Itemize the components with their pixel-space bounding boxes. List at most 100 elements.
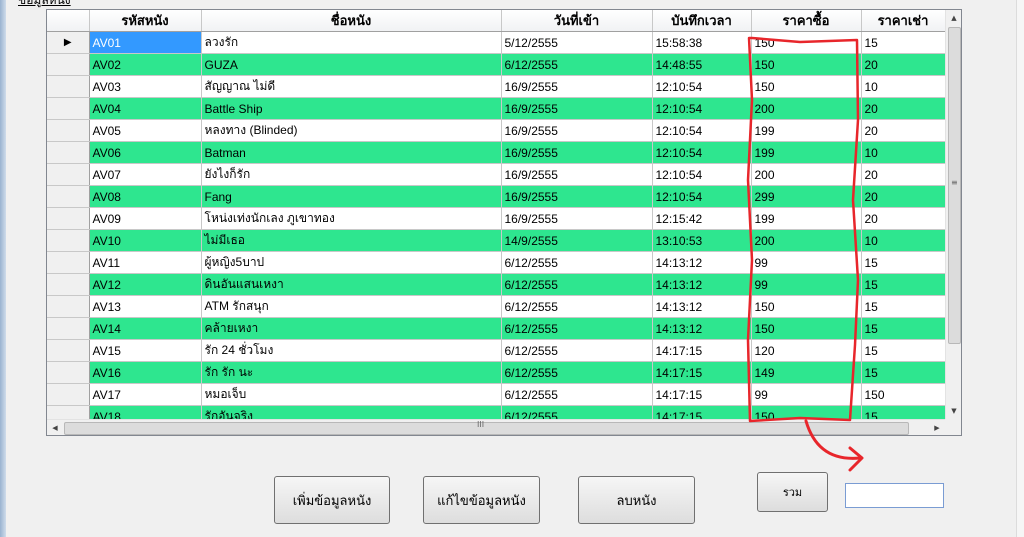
row-header[interactable] xyxy=(47,207,90,230)
table-row[interactable]: AV08 Fang 16/9/2555 12:10:54 299 20 xyxy=(47,185,945,208)
cell-record-time[interactable]: 14:13:12 xyxy=(652,251,752,274)
cell-date-in[interactable]: 16/9/2555 xyxy=(501,141,653,164)
horizontal-scroll-thumb[interactable]: III xyxy=(64,420,909,435)
cell-rent-price[interactable]: 150 xyxy=(861,383,945,406)
cell-date-in[interactable]: 6/12/2555 xyxy=(501,251,653,274)
row-header[interactable] xyxy=(47,163,90,186)
table-row[interactable]: AV03 สัญญาณ ไม่ดี 16/9/2555 12:10:54 150 10 xyxy=(47,75,945,98)
cell-buy-price[interactable]: 150 xyxy=(751,75,862,98)
cell-rent-price[interactable]: 15 xyxy=(861,31,945,54)
cell-rent-price[interactable]: 15 xyxy=(861,339,945,362)
cell-rent-price[interactable]: 20 xyxy=(861,53,945,76)
arrow-left-icon[interactable]: ◀ xyxy=(47,420,63,435)
header-corner[interactable] xyxy=(47,10,90,32)
row-header[interactable] xyxy=(47,75,90,98)
cell-date-in[interactable]: 6/12/2555 xyxy=(501,383,653,406)
cell-movie-id[interactable]: AV06 xyxy=(89,141,202,164)
cell-rent-price[interactable]: 15 xyxy=(861,405,945,419)
cell-movie-name[interactable]: รัก 24 ชั่วโมง xyxy=(201,339,502,362)
cell-movie-id[interactable]: AV15 xyxy=(89,339,202,362)
cell-record-time[interactable]: 14:13:12 xyxy=(652,295,752,318)
row-header[interactable] xyxy=(47,273,90,296)
cell-date-in[interactable]: 5/12/2555 xyxy=(501,31,653,54)
edit-movie-button[interactable]: แก้ไขข้อมูลหนัง xyxy=(423,476,540,524)
table-row[interactable]: AV09 โหน่งเท่งนักเลง ภูเขาทอง 16/9/2555 12:… xyxy=(47,207,945,230)
cell-record-time[interactable]: 14:48:55 xyxy=(652,53,752,76)
column-header-date-in[interactable]: วันที่เข้า xyxy=(501,10,653,32)
cell-movie-name[interactable]: ผู้หญิง5บาป xyxy=(201,251,502,274)
cell-movie-id[interactable]: AV07 xyxy=(89,163,202,186)
cell-movie-name[interactable]: สัญญาณ ไม่ดี xyxy=(201,75,502,98)
cell-buy-price[interactable]: 200 xyxy=(751,229,862,252)
cell-date-in[interactable]: 16/9/2555 xyxy=(501,75,653,98)
cell-movie-name[interactable]: ลวงรัก xyxy=(201,31,502,54)
row-header[interactable] xyxy=(47,97,90,120)
cell-record-time[interactable]: 14:13:12 xyxy=(652,273,752,296)
cell-movie-name[interactable]: ดินอันแสนเหงา xyxy=(201,273,502,296)
cell-date-in[interactable]: 6/12/2555 xyxy=(501,273,653,296)
cell-record-time[interactable]: 14:17:15 xyxy=(652,339,752,362)
column-header-buy-price[interactable]: ราคาซื้อ xyxy=(751,10,862,32)
movie-data-grid[interactable]: รหัสหนัง ชื่อหนัง วันที่เข้า บันทึกเวลา … xyxy=(46,9,962,436)
row-header[interactable] xyxy=(47,317,90,340)
cell-movie-id[interactable]: AV11 xyxy=(89,251,202,274)
cell-record-time[interactable]: 14:17:15 xyxy=(652,383,752,406)
cell-buy-price[interactable]: 120 xyxy=(751,339,862,362)
cell-rent-price[interactable]: 20 xyxy=(861,207,945,230)
cell-buy-price[interactable]: 150 xyxy=(751,295,862,318)
cell-date-in[interactable]: 16/9/2555 xyxy=(501,163,653,186)
cell-date-in[interactable]: 14/9/2555 xyxy=(501,229,653,252)
cell-record-time[interactable]: 12:10:54 xyxy=(652,163,752,186)
cell-buy-price[interactable]: 150 xyxy=(751,317,862,340)
cell-buy-price[interactable]: 99 xyxy=(751,383,862,406)
cell-buy-price[interactable]: 200 xyxy=(751,163,862,186)
arrow-up-icon[interactable]: ▲ xyxy=(946,10,961,26)
cell-date-in[interactable]: 6/12/2555 xyxy=(501,53,653,76)
cell-rent-price[interactable]: 10 xyxy=(861,75,945,98)
vertical-scrollbar[interactable]: ▲ ≡ ▼ xyxy=(945,10,961,419)
column-header-record-time[interactable]: บันทึกเวลา xyxy=(652,10,752,32)
cell-movie-id[interactable]: AV14 xyxy=(89,317,202,340)
cell-movie-id[interactable]: AV18 xyxy=(89,405,202,419)
cell-record-time[interactable]: 13:10:53 xyxy=(652,229,752,252)
table-row[interactable]: AV05 หลงทาง (Blinded) 16/9/2555 12:10:54 19… xyxy=(47,119,945,142)
table-row[interactable]: AV04 Battle Ship 16/9/2555 12:10:54 200 20 xyxy=(47,97,945,120)
cell-movie-id[interactable]: AV17 xyxy=(89,383,202,406)
table-row[interactable]: ▶ AV01 ลวงรัก 5/12/2555 15:58:38 150 15 xyxy=(47,31,945,54)
column-header-rent-price[interactable]: ราคาเช่า xyxy=(861,10,945,32)
cell-date-in[interactable]: 6/12/2555 xyxy=(501,295,653,318)
cell-movie-id[interactable]: AV13 xyxy=(89,295,202,318)
cell-date-in[interactable]: 6/12/2555 xyxy=(501,317,653,340)
table-row[interactable]: AV10 ไม่มีเธอ 14/9/2555 13:10:53 200 10 xyxy=(47,229,945,252)
cell-record-time[interactable]: 12:10:54 xyxy=(652,141,752,164)
cell-buy-price[interactable]: 199 xyxy=(751,119,862,142)
cell-movie-name[interactable]: GUZA xyxy=(201,53,502,76)
cell-movie-id[interactable]: AV08 xyxy=(89,185,202,208)
cell-record-time[interactable]: 15:58:38 xyxy=(652,31,752,54)
add-movie-button[interactable]: เพิ่มข้อมูลหนัง xyxy=(274,476,390,524)
table-row[interactable]: AV17 หมอเจ็บ 6/12/2555 14:17:15 99 150 xyxy=(47,383,945,406)
cell-record-time[interactable]: 12:10:54 xyxy=(652,97,752,120)
cell-buy-price[interactable]: 199 xyxy=(751,207,862,230)
table-row[interactable]: AV14 คล้ายเหงา 6/12/2555 14:13:12 150 15 xyxy=(47,317,945,340)
horizontal-scrollbar[interactable]: ◀ III ▶ xyxy=(47,419,945,435)
table-row[interactable]: AV07 ยังไงก็รัก 16/9/2555 12:10:54 200 20 xyxy=(47,163,945,186)
arrow-right-icon[interactable]: ▶ xyxy=(929,420,945,435)
table-row[interactable]: AV02 GUZA 6/12/2555 14:48:55 150 20 xyxy=(47,53,945,76)
cell-date-in[interactable]: 6/12/2555 xyxy=(501,339,653,362)
row-header[interactable] xyxy=(47,383,90,406)
cell-movie-name[interactable]: หลงทาง (Blinded) xyxy=(201,119,502,142)
cell-rent-price[interactable]: 15 xyxy=(861,295,945,318)
row-header[interactable] xyxy=(47,185,90,208)
cell-buy-price[interactable]: 199 xyxy=(751,141,862,164)
cell-rent-price[interactable]: 10 xyxy=(861,141,945,164)
cell-movie-name[interactable]: รักอันจริง xyxy=(201,405,502,419)
cell-rent-price[interactable]: 15 xyxy=(861,317,945,340)
cell-date-in[interactable]: 16/9/2555 xyxy=(501,119,653,142)
cell-buy-price[interactable]: 150 xyxy=(751,53,862,76)
column-header-movie-name[interactable]: ชื่อหนัง xyxy=(201,10,502,32)
cell-date-in[interactable]: 16/9/2555 xyxy=(501,207,653,230)
cell-movie-name[interactable]: โหน่งเท่งนักเลง ภูเขาทอง xyxy=(201,207,502,230)
cell-record-time[interactable]: 14:13:12 xyxy=(652,317,752,340)
table-row[interactable]: AV18 รักอันจริง 6/12/2555 14:17:15 150 15 xyxy=(47,405,945,419)
